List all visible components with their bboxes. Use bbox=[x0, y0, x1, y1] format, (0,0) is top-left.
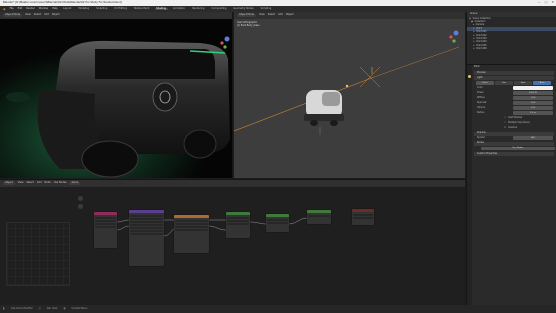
menu-add[interactable]: Add bbox=[44, 13, 49, 16]
menu-object-right[interactable]: Object bbox=[286, 13, 294, 16]
viewport-header: Object Mode View Select Add Object bbox=[0, 12, 232, 19]
node-color-ramp[interactable] bbox=[226, 212, 250, 238]
object-name: Point bbox=[474, 65, 480, 69]
power-field[interactable]: 1000 W bbox=[513, 91, 553, 95]
status-bar: ◧ Set Active Modifier ◫ Pan View ◨ Conte… bbox=[0, 305, 556, 313]
light-icon: ✦ bbox=[473, 47, 475, 51]
node-emission[interactable] bbox=[307, 210, 331, 224]
outliner-item[interactable]: ✦ Point.006 bbox=[467, 47, 556, 51]
axis-gizmo-icon-right[interactable] bbox=[453, 30, 459, 36]
menu-file[interactable]: File bbox=[10, 7, 14, 10]
tab-scripting[interactable]: Scripting bbox=[259, 7, 273, 10]
minimize-icon[interactable]: — bbox=[538, 1, 541, 4]
tab-modeling[interactable]: Modeling bbox=[77, 7, 91, 10]
properties-panel: Point Preview Light Point Sun Spot Area … bbox=[466, 64, 556, 306]
shader-node-editor[interactable]: Object View Select Add Node Use Nodes Wo… bbox=[0, 179, 465, 305]
node-links bbox=[116, 217, 308, 237]
tab-compositing[interactable]: Compositing bbox=[210, 7, 228, 10]
status-hint-right: Context Menu bbox=[71, 306, 88, 310]
light-type-spot[interactable]: Spot bbox=[514, 81, 532, 85]
node-mapping[interactable] bbox=[129, 210, 164, 266]
checkbox-icon: ☐ bbox=[504, 125, 506, 129]
tab-layout[interactable]: Layout bbox=[62, 7, 73, 10]
menu-select-right[interactable]: Select bbox=[268, 13, 275, 16]
menu-window[interactable]: Window bbox=[39, 7, 48, 10]
tab-animation[interactable]: Animation bbox=[172, 7, 187, 10]
axis-gizmo-icon[interactable] bbox=[224, 36, 230, 42]
node-math[interactable] bbox=[266, 214, 289, 232]
menu-view[interactable]: View bbox=[25, 13, 31, 16]
checkbox-icon: ☑ bbox=[504, 120, 506, 124]
tab-shading[interactable]: Shading bbox=[154, 7, 168, 11]
tab-uv-editing[interactable]: UV Editing bbox=[113, 7, 128, 10]
blender-logo-icon[interactable]: ◉ bbox=[3, 7, 6, 11]
section-custom-properties[interactable]: Custom Properties bbox=[474, 152, 554, 156]
prop-spread: Spread 180° bbox=[474, 136, 556, 141]
spread-field[interactable]: 180° bbox=[513, 136, 553, 140]
rendered-viewport[interactable]: Object Mode View Select Add Object bbox=[0, 12, 233, 178]
outliner-title: Scene bbox=[470, 12, 478, 16]
properties-tab-strip bbox=[467, 65, 472, 306]
menu-render[interactable]: Render bbox=[26, 7, 35, 10]
tab-texture-paint[interactable]: Texture Paint bbox=[132, 7, 150, 10]
mouse-right-icon: ◨ bbox=[63, 306, 66, 310]
outliner-panel: Scene ▣ Scene Collection ▣ Collection ▸ Cam… bbox=[466, 12, 556, 64]
close-icon[interactable]: ✕ bbox=[551, 1, 554, 4]
menu-view-right[interactable]: View bbox=[259, 13, 265, 16]
light-type-sun[interactable]: Sun bbox=[495, 81, 513, 85]
mode-selector[interactable]: Object Mode bbox=[3, 13, 23, 18]
status-hint-middle: Pan View bbox=[46, 306, 58, 310]
solid-viewport[interactable]: Object Mode View Select Add Object User … bbox=[234, 12, 465, 178]
use-nodes-button[interactable]: Use Nodes bbox=[481, 146, 555, 150]
section-preview[interactable]: Preview bbox=[474, 71, 554, 75]
light-type-area[interactable]: Area bbox=[533, 81, 551, 85]
mouse-middle-icon: ◫ bbox=[38, 306, 41, 310]
menu-select[interactable]: Select bbox=[34, 13, 41, 16]
mouse-left-icon: ◧ bbox=[3, 306, 6, 310]
light-data-tab-icon[interactable] bbox=[468, 75, 471, 78]
menu-edit[interactable]: Edit bbox=[18, 7, 23, 10]
radius-field[interactable]: 0.1 m bbox=[513, 111, 553, 115]
menu-add-right[interactable]: Add bbox=[278, 13, 283, 16]
checkbox-caustics[interactable]: ☐ Caustics bbox=[474, 126, 556, 131]
color-swatch[interactable] bbox=[513, 86, 553, 90]
specular-field[interactable]: 1.00 bbox=[513, 101, 553, 105]
checkbox-icon: ☑ bbox=[504, 115, 506, 119]
mode-selector-right[interactable]: Object Mode bbox=[237, 13, 257, 18]
light-type-point[interactable]: Point bbox=[476, 81, 494, 85]
menu-object[interactable]: Object bbox=[52, 13, 60, 16]
maximize-icon[interactable]: □ bbox=[545, 1, 548, 4]
node-light-output[interactable] bbox=[352, 209, 374, 225]
tab-sculpting[interactable]: Sculpting bbox=[95, 7, 109, 10]
car-model-preview bbox=[234, 30, 460, 135]
menu-help[interactable]: Help bbox=[52, 7, 57, 10]
volume-field[interactable]: 1.00 bbox=[513, 106, 553, 110]
viewport-header-right: Object Mode View Select Add Object bbox=[234, 12, 465, 19]
node-image-texture[interactable] bbox=[174, 215, 209, 253]
window-title: Blender* [D:\Master Lorem Ipsum\Blender\… bbox=[3, 0, 122, 4]
tab-geometry-nodes[interactable]: Geometry Nodes bbox=[232, 7, 255, 10]
node-texture-coordinate[interactable] bbox=[94, 212, 117, 248]
status-hint-left: Set Active Modifier bbox=[11, 306, 33, 310]
car-render-image bbox=[0, 19, 232, 178]
tab-rendering[interactable]: Rendering bbox=[191, 7, 206, 10]
diffuse-field[interactable]: 1.00 bbox=[513, 96, 553, 100]
